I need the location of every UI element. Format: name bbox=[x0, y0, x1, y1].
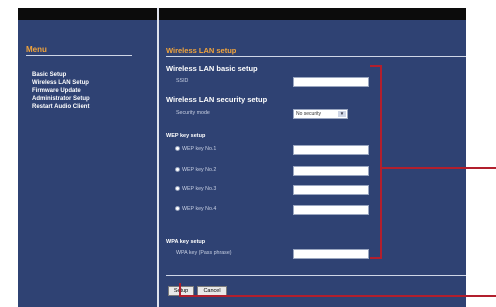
callout-line-setup bbox=[179, 283, 496, 297]
callout-annotations bbox=[179, 65, 496, 297]
callout-bracket bbox=[370, 65, 382, 259]
